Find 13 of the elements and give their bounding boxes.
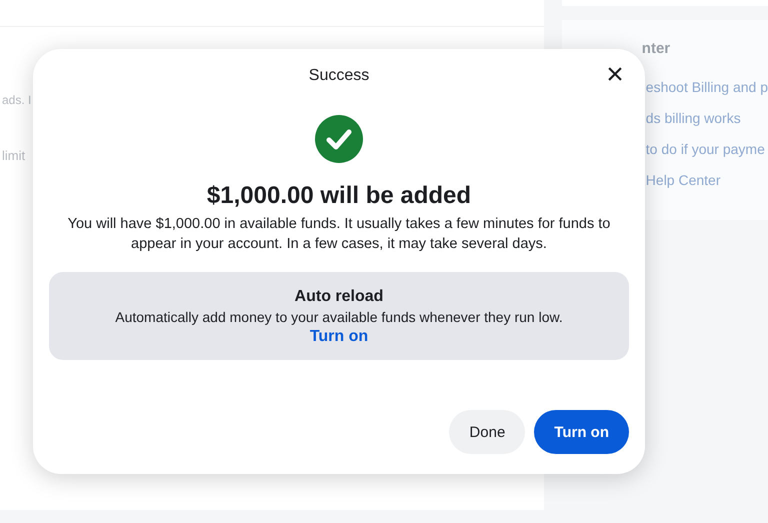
dialog-heading: $1,000.00 will be added bbox=[206, 182, 472, 210]
background-text: ads. I bbox=[2, 93, 32, 107]
check-circle-icon bbox=[315, 115, 363, 163]
dialog-message: You will have $1,000.00 in available funds. It usually takes a few minutes for funds to appear in your account. In a few cases, it may take several days. bbox=[66, 215, 612, 254]
auto-reload-title: Auto reload bbox=[294, 288, 384, 306]
done-button[interactable]: Done bbox=[449, 410, 526, 454]
dialog-title: Success bbox=[308, 67, 370, 85]
close-button[interactable]: × bbox=[599, 59, 631, 91]
auto-reload-description: Automatically add money to your available funds whenever they run low. bbox=[115, 309, 563, 325]
turn-on-link[interactable]: Turn on bbox=[310, 328, 368, 346]
background-text: limit bbox=[2, 148, 26, 163]
turn-on-button[interactable]: Turn on bbox=[534, 410, 629, 454]
help-title: nter bbox=[642, 40, 672, 57]
